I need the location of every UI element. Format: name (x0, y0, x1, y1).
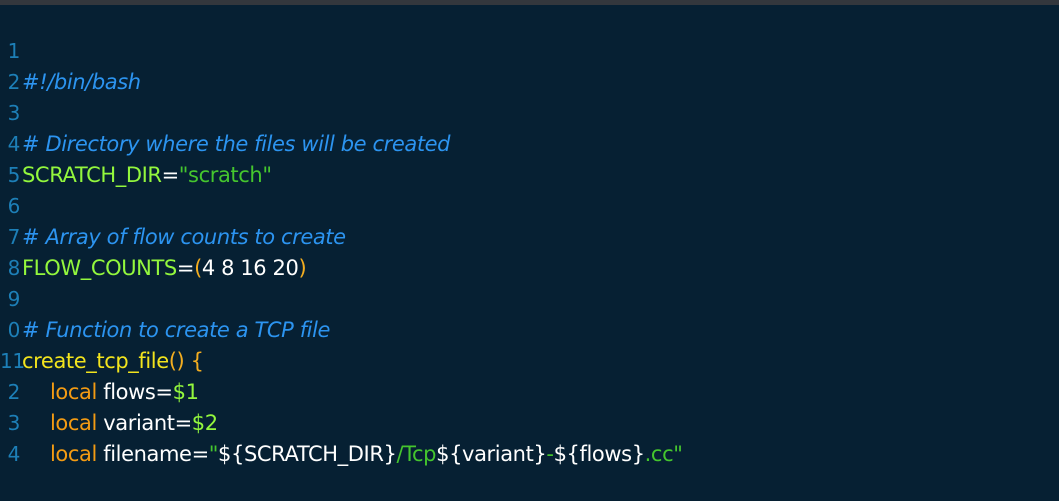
string-literal: "scratch" (178, 163, 272, 187)
local-keyword: local (50, 380, 97, 404)
string-quote: " (208, 442, 219, 466)
close-paren: ) (298, 256, 307, 280)
code-line-12: 2 local variant=$2 (0, 346, 218, 435)
code-line-3: 3 # Directory where the files will be cr… (0, 67, 451, 156)
string-quote: " (673, 442, 683, 466)
code-line-4: 4 SCRATCH_DIR="scratch" (0, 98, 272, 187)
code-line-9: 9 # Function to create a TCP file (0, 253, 331, 342)
code-comment: # Directory where the files will be crea… (22, 132, 451, 156)
variable-name: FLOW_COUNTS (22, 256, 177, 280)
code-comment: # Array of flow counts to create (22, 225, 346, 249)
open-paren: ( (194, 256, 202, 280)
open-brace: { (184, 349, 204, 373)
variable-substitution: ${SCRATCH_DIR} (218, 442, 397, 466)
shebang-comment: #!/bin/bash (22, 70, 141, 94)
string-literal: - (546, 442, 554, 466)
assign-operator: = (161, 163, 180, 187)
variable-name: SCRATCH_DIR (22, 163, 162, 187)
code-line-6: 6 # Array of flow counts to create (0, 160, 346, 249)
variable-substitution: ${flows} (553, 442, 645, 466)
array-values: 4 8 16 20 (201, 256, 299, 280)
variable-substitution: ${variant} (436, 442, 547, 466)
line-number: 4 (7, 442, 21, 466)
code-line-1: 1 #!/bin/bash (0, 5, 141, 94)
local-keyword: local (50, 411, 97, 435)
variable-name: variant (96, 411, 175, 435)
assign-operator: = (174, 411, 193, 435)
variable-name: filename (96, 442, 192, 466)
positional-arg: $1 (172, 380, 199, 404)
code-line-13: 3 local filename="${SCRATCH_DIR}/Tcp${va… (0, 377, 683, 466)
assign-operator: = (191, 442, 210, 466)
variable-name: flows (96, 380, 156, 404)
code-line-8: 8 (0, 222, 25, 280)
positional-arg: $2 (191, 411, 218, 435)
code-line-2: 2 (0, 36, 25, 94)
code-line-7: 7 FLOW_COUNTS=(4 8 16 20) (0, 191, 307, 280)
code-editor[interactable]: 1 #!/bin/bash 2 3 # Directory where the … (0, 5, 1059, 466)
code-line-10: 0 create_tcp_file() { (0, 284, 204, 373)
assign-operator: = (176, 256, 195, 280)
code-line-14: 4 (0, 408, 25, 466)
code-line-5: 5 (0, 129, 25, 187)
code-line-11: 11 local flows=$1 (0, 315, 199, 404)
string-literal: /Tcp (396, 442, 437, 466)
assign-operator: = (155, 380, 173, 404)
local-keyword: local (50, 442, 97, 466)
string-literal: .cc (644, 442, 674, 466)
code-comment: # Function to create a TCP file (22, 318, 331, 342)
function-name: create_tcp_file (22, 349, 169, 373)
function-parens: () (168, 349, 185, 373)
